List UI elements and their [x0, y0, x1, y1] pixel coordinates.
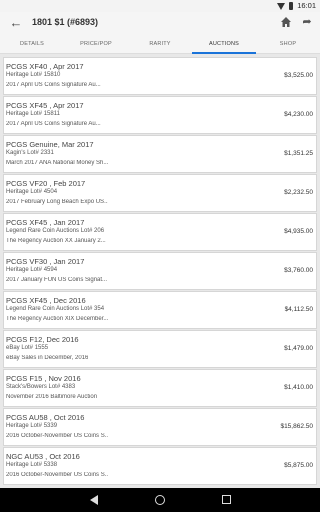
auction-grade-date: PCGS VF30 , Jan 2017 — [6, 257, 85, 266]
auction-sale: The Regency Auction XX January 2... — [6, 238, 106, 244]
auction-price: $5,875.00 — [284, 462, 313, 469]
auction-lot: Heritage Lot# 15811 — [6, 111, 60, 117]
auction-lot: Kagin's Lot# 2331 — [6, 150, 54, 156]
auction-price: $1,351.25 — [284, 150, 313, 157]
auction-grade-date: PCGS XF45 , Apr 2017 — [6, 101, 84, 110]
auction-sale: November 2016 Baltimore Auction — [6, 394, 98, 400]
auction-grade-date: PCGS XF40 , Apr 2017 — [6, 62, 84, 71]
auction-grade-date: NGC AU53 , Oct 2016 — [6, 452, 80, 461]
auction-grade-date: PCGS VF20 , Feb 2017 — [6, 179, 86, 188]
auction-lot: Heritage Lot# 5339 — [6, 423, 58, 429]
auction-grade-date: PCGS F15 , Nov 2016 — [6, 374, 81, 383]
app-bar: ← 1801 $1 (#6893) ➦ — [0, 12, 320, 34]
auction-lot: Heritage Lot# 15810 — [6, 72, 61, 78]
auction-item[interactable]: PCGS XF45 , Dec 2016 Legend Rare Coin Au… — [3, 291, 317, 329]
auction-item[interactable]: PCGS VF30 , Jan 2017 Heritage Lot# 4594 … — [3, 252, 317, 290]
status-icons: 16:01 — [277, 1, 316, 11]
auction-lot: Legend Rare Coin Auctions Lot# 206 — [6, 228, 105, 234]
auction-item[interactable]: PCGS F15 , Nov 2016 Stack's/Bowers Lot# … — [3, 369, 317, 407]
status-time: 16:01 — [297, 1, 316, 10]
auction-grade-date: PCGS XF45 , Jan 2017 — [6, 218, 85, 227]
tab-price-pop[interactable]: PRICE/POP — [64, 34, 128, 53]
auction-lot: Heritage Lot# 4594 — [6, 267, 58, 273]
auction-sale: The Regency Auction XIX December... — [6, 316, 108, 322]
auction-sale: 2017 April US Coins Signature Au... — [6, 121, 101, 127]
auction-grade-date: PCGS AU58 , Oct 2016 — [6, 413, 85, 422]
wifi-icon — [277, 2, 286, 10]
auction-item[interactable]: PCGS XF45 , Jan 2017 Legend Rare Coin Au… — [3, 213, 317, 251]
auction-item[interactable]: PCGS AU58 , Oct 2016 Heritage Lot# 5339 … — [3, 408, 317, 446]
tab-auctions[interactable]: AUCTIONS — [192, 34, 256, 54]
auction-lot: Heritage Lot# 4504 — [6, 189, 58, 195]
auction-price: $1,479.00 — [284, 345, 313, 352]
auction-lot: eBay Lot# 1555 — [6, 345, 49, 351]
system-nav-bar — [0, 488, 320, 512]
share-icon[interactable]: ➦ — [301, 16, 313, 28]
auction-sale: March 2017 ANA National Money Sh... — [6, 160, 108, 166]
tab-details[interactable]: DETAILS — [0, 34, 64, 53]
nav-back-icon[interactable] — [90, 495, 98, 505]
auction-sale: 2016 October-November US Coins S... — [6, 472, 108, 478]
auction-item[interactable]: PCGS VF20 , Feb 2017 Heritage Lot# 4504 … — [3, 174, 317, 212]
battery-icon — [289, 2, 294, 10]
auction-sale: 2017 January FUN US Coins Signat... — [6, 277, 108, 283]
status-bar: 16:01 — [0, 0, 320, 12]
auction-item[interactable]: PCGS F12, Dec 2016 eBay Lot# 1555 eBay S… — [3, 330, 317, 368]
auction-price: $4,230.00 — [284, 111, 313, 118]
auction-price: $4,935.00 — [284, 228, 313, 235]
auction-item[interactable]: PCGS XF45 , Apr 2017 Heritage Lot# 15811… — [3, 96, 317, 134]
nav-recent-icon[interactable] — [222, 495, 231, 504]
arrow-left-icon[interactable]: ← — [9, 16, 23, 30]
auction-lot: Legend Rare Coin Auctions Lot# 354 — [6, 306, 105, 312]
auction-price: $2,232.50 — [284, 189, 313, 196]
auction-price: $15,862.50 — [280, 423, 313, 430]
nav-home-icon[interactable] — [155, 495, 165, 505]
auction-grade-date: PCGS F12, Dec 2016 — [6, 335, 79, 344]
auction-sale: 2016 October-November US Coins S... — [6, 433, 108, 439]
auction-item[interactable]: PCGS XF40 , Apr 2017 Heritage Lot# 15810… — [3, 57, 317, 95]
auction-sale: eBay Sales in December, 2016 — [6, 355, 89, 361]
auction-sale: 2017 April US Coins Signature Au... — [6, 82, 101, 88]
page-title: 1801 $1 (#6893) — [32, 17, 99, 27]
auction-grade-date: PCGS Genuine, Mar 2017 — [6, 140, 94, 149]
auction-lot: Heritage Lot# 5338 — [6, 462, 58, 468]
tab-rarity[interactable]: RARITY — [128, 34, 192, 53]
auction-item[interactable]: NGC AU53 , Oct 2016 Heritage Lot# 5338 2… — [3, 447, 317, 485]
auction-price: $3,760.00 — [284, 267, 313, 274]
auction-item[interactable]: PCGS Genuine, Mar 2017 Kagin's Lot# 2331… — [3, 135, 317, 173]
auction-price: $3,525.00 — [284, 72, 313, 79]
auction-lot: Stack's/Bowers Lot# 4383 — [6, 384, 76, 390]
auction-grade-date: PCGS XF45 , Dec 2016 — [6, 296, 86, 305]
auction-price: $1,410.00 — [284, 384, 313, 391]
home-icon[interactable] — [280, 16, 292, 28]
tab-bar: DETAILS PRICE/POP RARITY AUCTIONS SHOP — [0, 34, 320, 54]
auction-sale: 2017 February Long Beach Expo US... — [6, 199, 108, 205]
tab-shop[interactable]: SHOP — [256, 34, 320, 53]
auction-price: $4,112.50 — [284, 306, 313, 313]
